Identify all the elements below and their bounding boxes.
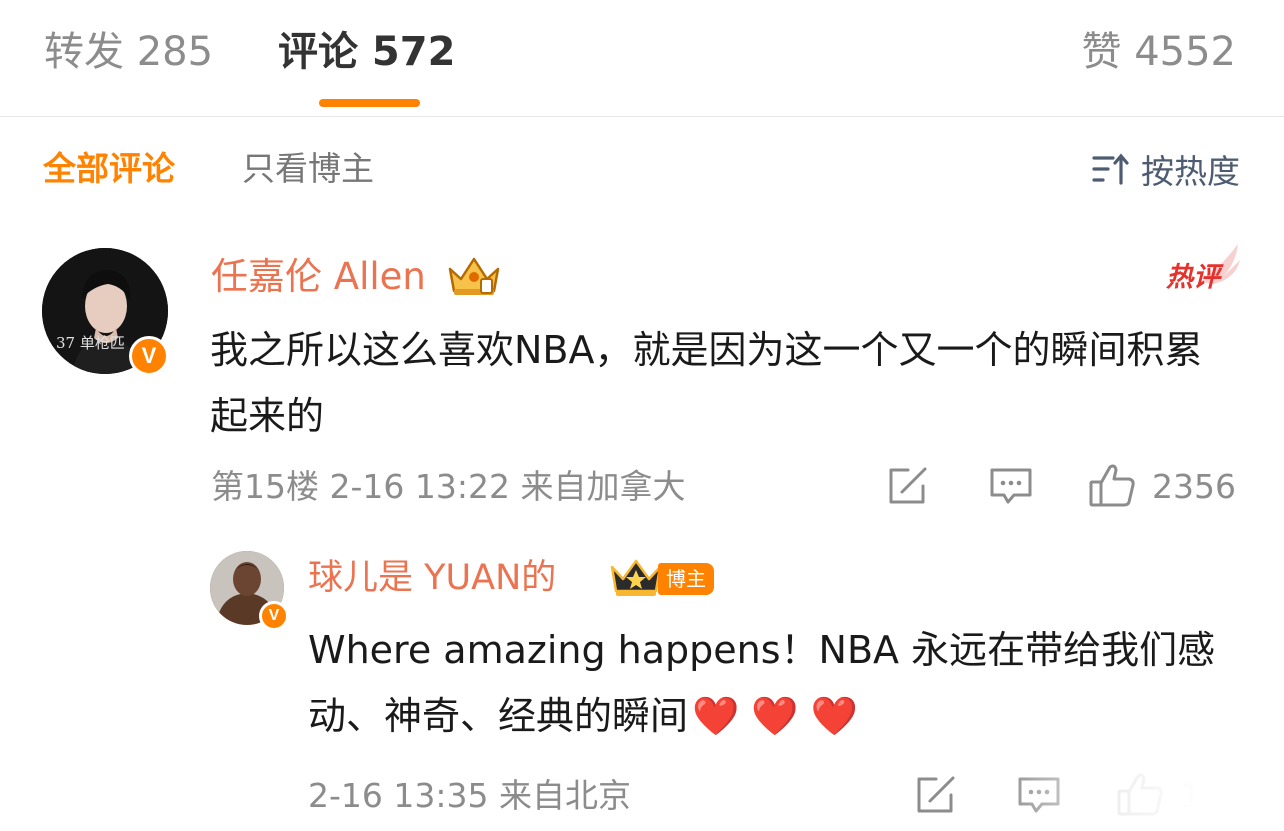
filter-blogger-only[interactable]: 只看博主 (242, 146, 374, 192)
tab-repost[interactable]: 转发 285 (44, 26, 213, 78)
blogger-badge: 博主 (658, 563, 714, 595)
repost-icon[interactable] (886, 466, 930, 506)
reply-username[interactable]: 球儿是 YUAN的 (308, 553, 556, 603)
comment-meta: 第15楼 2-16 13:22 来自加拿大 (211, 467, 686, 506)
active-tab-indicator (319, 99, 420, 107)
reply-meta: 2-16 13:35 来自北京 (308, 776, 631, 815)
verified-badge: V (129, 336, 169, 376)
verified-badge: V (259, 601, 289, 631)
sort-by-hot-button[interactable]: 按热度 (1091, 146, 1240, 192)
avatar-caption: 37 单枪匹 (56, 334, 125, 352)
tab-divider (0, 116, 1284, 117)
like-count: 2356 (1152, 467, 1236, 506)
comment-username[interactable]: 任嘉伦 Allen (211, 252, 426, 302)
reply-icon[interactable] (988, 466, 1034, 506)
reply-text: Where amazing happens！NBA 永远在带给我们感动、神奇、经… (308, 617, 1248, 749)
sort-label: 按热度 (1141, 152, 1240, 191)
thumbs-up-icon[interactable] (1088, 462, 1136, 508)
repost-icon[interactable] (914, 775, 958, 815)
filter-all-comments[interactable]: 全部评论 (43, 146, 175, 192)
tab-like[interactable]: 赞 4552 (1081, 26, 1236, 78)
tab-comment[interactable]: 评论 572 (278, 26, 455, 78)
hot-comment-badge: 热评 (1166, 262, 1220, 293)
star-crown-icon (608, 557, 664, 603)
comment-text: 我之所以这么喜欢NBA，就是因为这一个又一个的瞬间积累起来的 (210, 328, 1203, 438)
bottom-fade-overlay (1000, 766, 1284, 831)
heart-emojis: ❤️ ❤️ ❤️ (692, 694, 859, 738)
gold-crown-icon (446, 255, 502, 301)
sort-icon (1091, 152, 1129, 186)
